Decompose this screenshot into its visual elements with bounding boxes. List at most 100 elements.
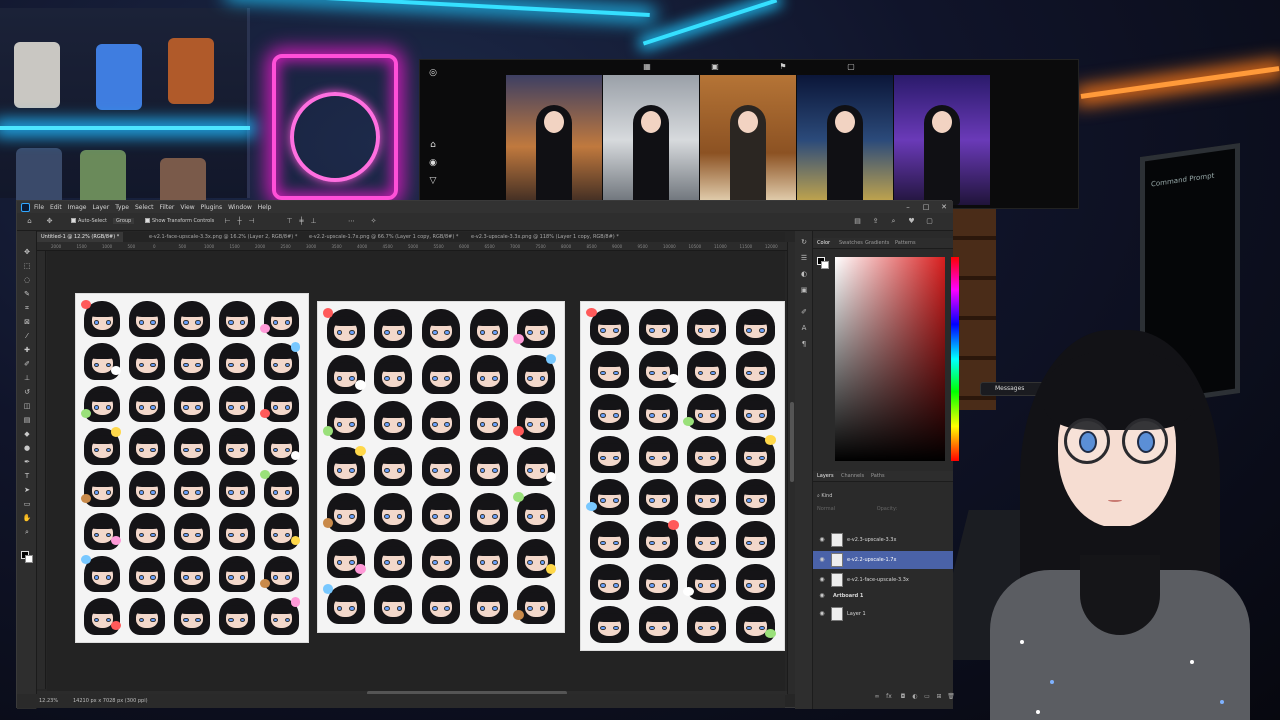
move-tool-icon[interactable]: ✥ — [45, 217, 54, 226]
move-tool-icon[interactable]: ✥ — [22, 247, 32, 257]
3d-mode-icon[interactable]: ✧ — [369, 217, 378, 226]
menu-plugins[interactable]: Plugins — [201, 204, 223, 211]
properties-icon[interactable]: ☰ — [799, 253, 809, 263]
reels-tab-icon[interactable]: ▣ — [710, 62, 720, 72]
tagged-tab-icon[interactable]: ▢ — [846, 62, 856, 72]
arrange-icon[interactable]: ▢ — [925, 217, 934, 226]
art-thumbnail[interactable] — [894, 75, 990, 205]
menu-help[interactable]: Help — [258, 204, 272, 211]
menu-window[interactable]: Window — [228, 204, 252, 211]
art-thumbnail[interactable] — [506, 75, 602, 205]
clone-stamp-icon[interactable]: ⊥ — [22, 373, 32, 383]
libraries-icon[interactable]: ▣ — [799, 285, 809, 295]
link-layers-icon[interactable]: ∞ — [873, 693, 881, 701]
sticker-sheet-v2.1[interactable] — [75, 293, 309, 643]
layer-row[interactable]: ◉ e-v2.2-upscale-1.7x — [813, 551, 953, 569]
brush-tool-icon[interactable]: ✐ — [22, 359, 32, 369]
send-icon[interactable]: ▽ — [428, 176, 438, 186]
menu-image[interactable]: Image — [68, 204, 87, 211]
frame-tool-icon[interactable]: ⊠ — [22, 317, 32, 327]
home-icon[interactable]: ⌂ — [428, 140, 438, 150]
learn-icon[interactable]: ♥ — [907, 217, 916, 226]
adjustment-layer-icon[interactable]: ◐ — [911, 693, 919, 701]
mask-icon[interactable]: ◘ — [899, 693, 907, 701]
type-tool-icon[interactable]: T — [22, 471, 32, 481]
auto-select-checkbox[interactable]: Auto-Select — [71, 218, 107, 224]
hand-tool-icon[interactable]: ✋ — [22, 513, 32, 523]
history-icon[interactable]: ↻ — [799, 237, 809, 247]
trash-icon[interactable]: 🗑 — [947, 693, 955, 701]
more-options-icon[interactable]: ⋯ — [347, 217, 356, 226]
layer-filter[interactable]: ⌕ Kind — [817, 491, 947, 501]
visibility-eye-icon[interactable]: ◉ — [818, 531, 826, 549]
align-bottom-icon[interactable]: ⊥ — [309, 217, 318, 226]
share-icon[interactable]: ⇪ — [871, 217, 880, 226]
align-right-icon[interactable]: ⊣ — [247, 217, 256, 226]
background-swatch[interactable] — [821, 261, 829, 269]
quick-select-icon[interactable]: ✎ — [22, 289, 32, 299]
color-picker-field[interactable] — [835, 257, 945, 461]
auto-select-target-dropdown[interactable]: Group — [113, 218, 135, 224]
history-brush-icon[interactable]: ↺ — [22, 387, 32, 397]
hue-slider[interactable] — [951, 257, 959, 461]
menu-edit[interactable]: Edit — [50, 204, 62, 211]
tab-channels[interactable]: Channels — [841, 471, 864, 482]
visibility-eye-icon[interactable]: ◉ — [818, 551, 826, 569]
adjustments-icon[interactable]: ◐ — [799, 269, 809, 279]
menu-layer[interactable]: Layer — [92, 204, 109, 211]
foreground-background-colors[interactable] — [21, 551, 33, 563]
lasso-tool-icon[interactable]: ◌ — [22, 275, 32, 285]
path-select-icon[interactable]: ➤ — [22, 485, 32, 495]
workspace-icon[interactable]: ▤ — [853, 217, 862, 226]
sticker-sheet-v2.3[interactable] — [580, 301, 785, 651]
saved-tab-icon[interactable]: ⚑ — [778, 62, 788, 72]
minimize-icon[interactable]: – — [903, 202, 913, 212]
layer-row[interactable]: ◉ e-v2.1-face-upscale-3.3x — [813, 571, 953, 589]
align-left-icon[interactable]: ⊢ — [223, 217, 232, 226]
document-tab[interactable]: e-v2.1-face-upscale-3.3x.png @ 16.2% (La… — [145, 232, 301, 242]
artboard-tool-icon[interactable]: ⬚ — [22, 261, 32, 271]
eraser-tool-icon[interactable]: ◫ — [22, 401, 32, 411]
group-icon[interactable]: ▭ — [923, 693, 931, 701]
new-layer-icon[interactable]: ⊞ — [935, 693, 943, 701]
tab-patterns[interactable]: Patterns — [895, 238, 916, 249]
dodge-tool-icon[interactable]: ● — [22, 443, 32, 453]
tab-swatches[interactable]: Swatches — [839, 238, 863, 249]
healing-brush-icon[interactable]: ✚ — [22, 345, 32, 355]
document-tab[interactable]: e-v2.2-upscale-1.7x.png @ 66.7% (Layer 1… — [305, 232, 462, 242]
visibility-eye-icon[interactable]: ◉ — [818, 605, 826, 623]
maximize-icon[interactable]: □ — [921, 202, 931, 212]
crop-tool-icon[interactable]: ⌗ — [22, 303, 32, 313]
eyedropper-icon[interactable]: ⁄ — [22, 331, 32, 341]
show-transform-checkbox[interactable]: Show Transform Controls — [145, 218, 214, 224]
layer-row[interactable]: ◉ e-v2.3-upscale-3.3x — [813, 531, 953, 549]
art-thumbnail[interactable] — [603, 75, 699, 205]
zoom-level[interactable]: 12.23% — [39, 698, 58, 704]
sticker-sheet-v2.2[interactable] — [317, 301, 565, 633]
document-tab[interactable]: e-v2.3-upscale-3.3x.png @ 118% (Layer 1 … — [467, 232, 623, 242]
menu-select[interactable]: Select — [135, 204, 154, 211]
character-icon[interactable]: A — [799, 323, 809, 333]
pen-tool-icon[interactable]: ✒ — [22, 457, 32, 467]
layer-group-row[interactable]: ◉ Artboard 1 — [813, 589, 953, 603]
align-center-icon[interactable]: ┼ — [235, 217, 244, 226]
home-icon[interactable]: ⌂ — [25, 217, 34, 226]
canvas-area[interactable] — [47, 251, 785, 691]
menu-filter[interactable]: Filter — [160, 204, 175, 211]
instagram-icon[interactable]: ◎ — [428, 68, 438, 78]
visibility-eye-icon[interactable]: ◉ — [818, 571, 826, 589]
rectangle-tool-icon[interactable]: ▭ — [22, 499, 32, 509]
tab-paths[interactable]: Paths — [871, 471, 885, 482]
visibility-eye-icon[interactable]: ◉ — [818, 589, 826, 603]
menu-file[interactable]: File — [34, 204, 44, 211]
zoom-tool-icon[interactable]: ⌕ — [22, 527, 32, 537]
close-icon[interactable]: ✕ — [939, 202, 949, 212]
align-top-icon[interactable]: ⊤ — [285, 217, 294, 226]
document-tab[interactable]: Untitled-1 @ 12.2% (RGB/8#) * — [37, 232, 124, 242]
tab-color[interactable]: Color — [817, 238, 830, 249]
tab-layers[interactable]: Layers — [817, 471, 834, 482]
menu-view[interactable]: View — [180, 204, 194, 211]
explore-icon[interactable]: ◉ — [428, 158, 438, 168]
menu-type[interactable]: Type — [115, 204, 129, 211]
layer-row[interactable]: ◉ Layer 1 — [813, 605, 953, 623]
